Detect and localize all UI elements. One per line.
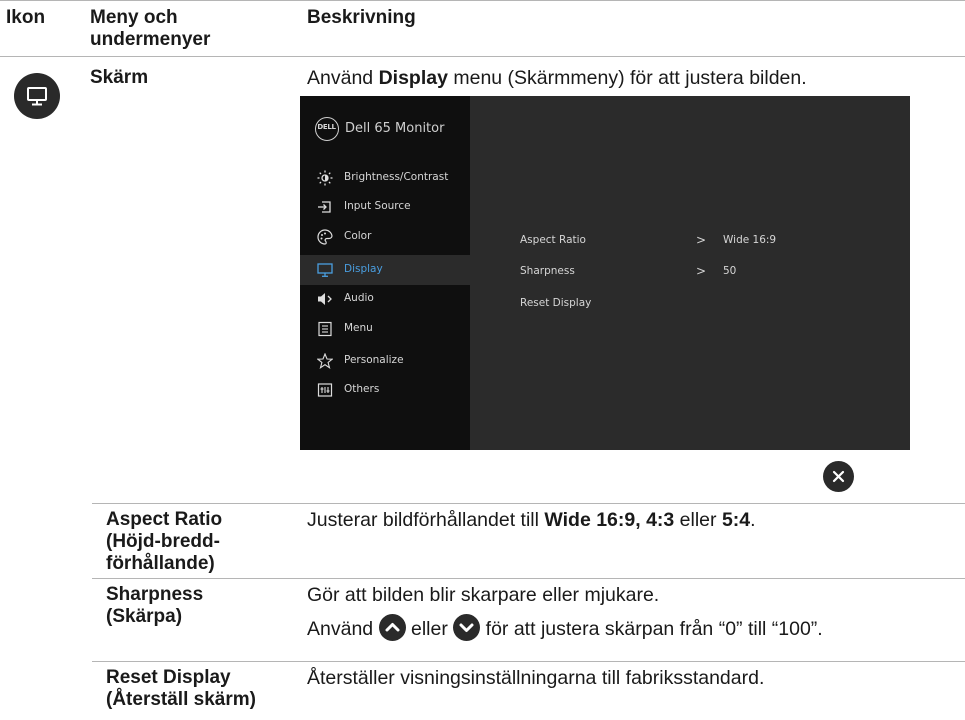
input-source-icon [318, 201, 331, 213]
sun-icon [317, 170, 333, 186]
osd-menu-label: Personalize [344, 354, 404, 366]
term-line: (Återställ skärm) [106, 689, 256, 710]
display-menu-icon [14, 73, 60, 119]
osd-menu-label: Brightness/Contrast [344, 171, 449, 183]
osd-setting-sharpness-label[interactable]: Sharpness [520, 265, 575, 277]
dell-logo-icon: DELL [315, 117, 339, 141]
term-line: Reset Display [106, 667, 231, 688]
header-menu-column: Meny och undermenyer [90, 7, 211, 50]
osd-setting-aspect-ratio-label[interactable]: Aspect Ratio [520, 234, 586, 246]
down-arrow-icon [453, 614, 481, 641]
desc-text: eller [405, 618, 454, 640]
osd-setting-reset-display-label[interactable]: Reset Display [520, 297, 591, 309]
osd-menu-label: Others [344, 383, 380, 395]
reset-display-description: Återställer visningsinställningarna till… [307, 667, 765, 689]
term-line: Sharpness [106, 584, 204, 605]
row-rule [92, 578, 965, 579]
osd-menu-panel: DELL Dell 65 Monitor Brightness/Contrast… [300, 96, 470, 450]
header-description-column: Beskrivning [307, 7, 416, 28]
star-icon [317, 353, 333, 369]
desc-text: Använd [307, 618, 379, 640]
osd-menu-others[interactable]: Others [300, 376, 470, 404]
header-rule [0, 56, 965, 57]
osd-menu-color[interactable]: Color [300, 223, 470, 251]
osd-menu-label: Color [344, 230, 372, 242]
others-icon [317, 383, 333, 397]
term-line: (Höjd-bredd- [106, 531, 220, 552]
osd-title: Dell 65 Monitor [345, 121, 445, 136]
osd-menu-audio[interactable]: Audio [300, 285, 470, 313]
chevron-right-icon[interactable]: > [696, 264, 706, 278]
top-rule [0, 0, 965, 1]
osd-menu-label: Audio [344, 292, 374, 304]
display-intro-prefix: Använd [307, 67, 379, 89]
osd-menu-label: Input Source [344, 200, 411, 212]
chevron-right-icon[interactable]: > [696, 233, 706, 247]
display-intro-suffix: menu (Skärmmeny) för att justera bilden. [447, 67, 807, 89]
row-rule [92, 503, 965, 504]
sharpness-description-line2: Använd eller för att justera skärpan frå… [307, 614, 823, 641]
term-line: förhållande) [106, 553, 215, 574]
desc-bold: Wide 16:9, 4:3 [544, 509, 675, 531]
term-line: (Skärpa) [106, 606, 183, 627]
row-rule [92, 661, 965, 662]
up-arrow-icon [378, 614, 406, 641]
header-icon-column: Ikon [6, 7, 46, 28]
osd-menu-label: Display [344, 263, 383, 275]
aspect-ratio-term: Aspect Ratio (Höjd-bredd- förhållande) [106, 509, 222, 575]
dell-logo-text: DELL [317, 123, 336, 131]
close-icon [823, 461, 854, 492]
sharpness-description-line1: Gör att bilden blir skarpare eller mjuka… [307, 584, 660, 606]
term-line: Aspect Ratio [106, 509, 223, 530]
osd-settings-panel: Aspect Ratio > Wide 16:9 Sharpness > 50 … [470, 96, 910, 450]
osd-setting-aspect-ratio-value[interactable]: Wide 16:9 [723, 234, 776, 246]
palette-icon [317, 229, 333, 245]
sharpness-term: Sharpness (Skärpa) [106, 584, 203, 628]
osd-menu-display[interactable]: Display [300, 255, 470, 285]
aspect-ratio-description: Justerar bildförhållandet till Wide 16:9… [307, 509, 756, 532]
display-intro: Använd Display menu (Skärmmeny) för att … [307, 67, 807, 90]
osd-menu-input-source[interactable]: Input Source [300, 193, 470, 221]
desc-bold: 5:4 [721, 509, 751, 531]
display-intro-bold: Display [378, 67, 448, 89]
osd-menu-brightness-contrast[interactable]: Brightness/Contrast [300, 164, 470, 192]
osd-menu-label: Menu [344, 322, 373, 334]
osd-menu-personalize[interactable]: Personalize [300, 347, 470, 375]
desc-text: . [750, 509, 756, 531]
reset-display-term: Reset Display (Återställ skärm) [106, 667, 256, 711]
menu-list-icon [318, 321, 332, 337]
osd-setting-sharpness-value[interactable]: 50 [723, 265, 736, 277]
desc-text: eller [674, 509, 722, 531]
monitor-icon [317, 263, 333, 277]
speaker-icon [318, 293, 332, 305]
display-menu-name: Skärm [90, 67, 149, 88]
desc-text: Justerar bildförhållandet till [307, 509, 545, 531]
osd-menu-menu[interactable]: Menu [300, 315, 470, 343]
desc-text: för att justera skärpan från “0” till “1… [480, 618, 823, 640]
